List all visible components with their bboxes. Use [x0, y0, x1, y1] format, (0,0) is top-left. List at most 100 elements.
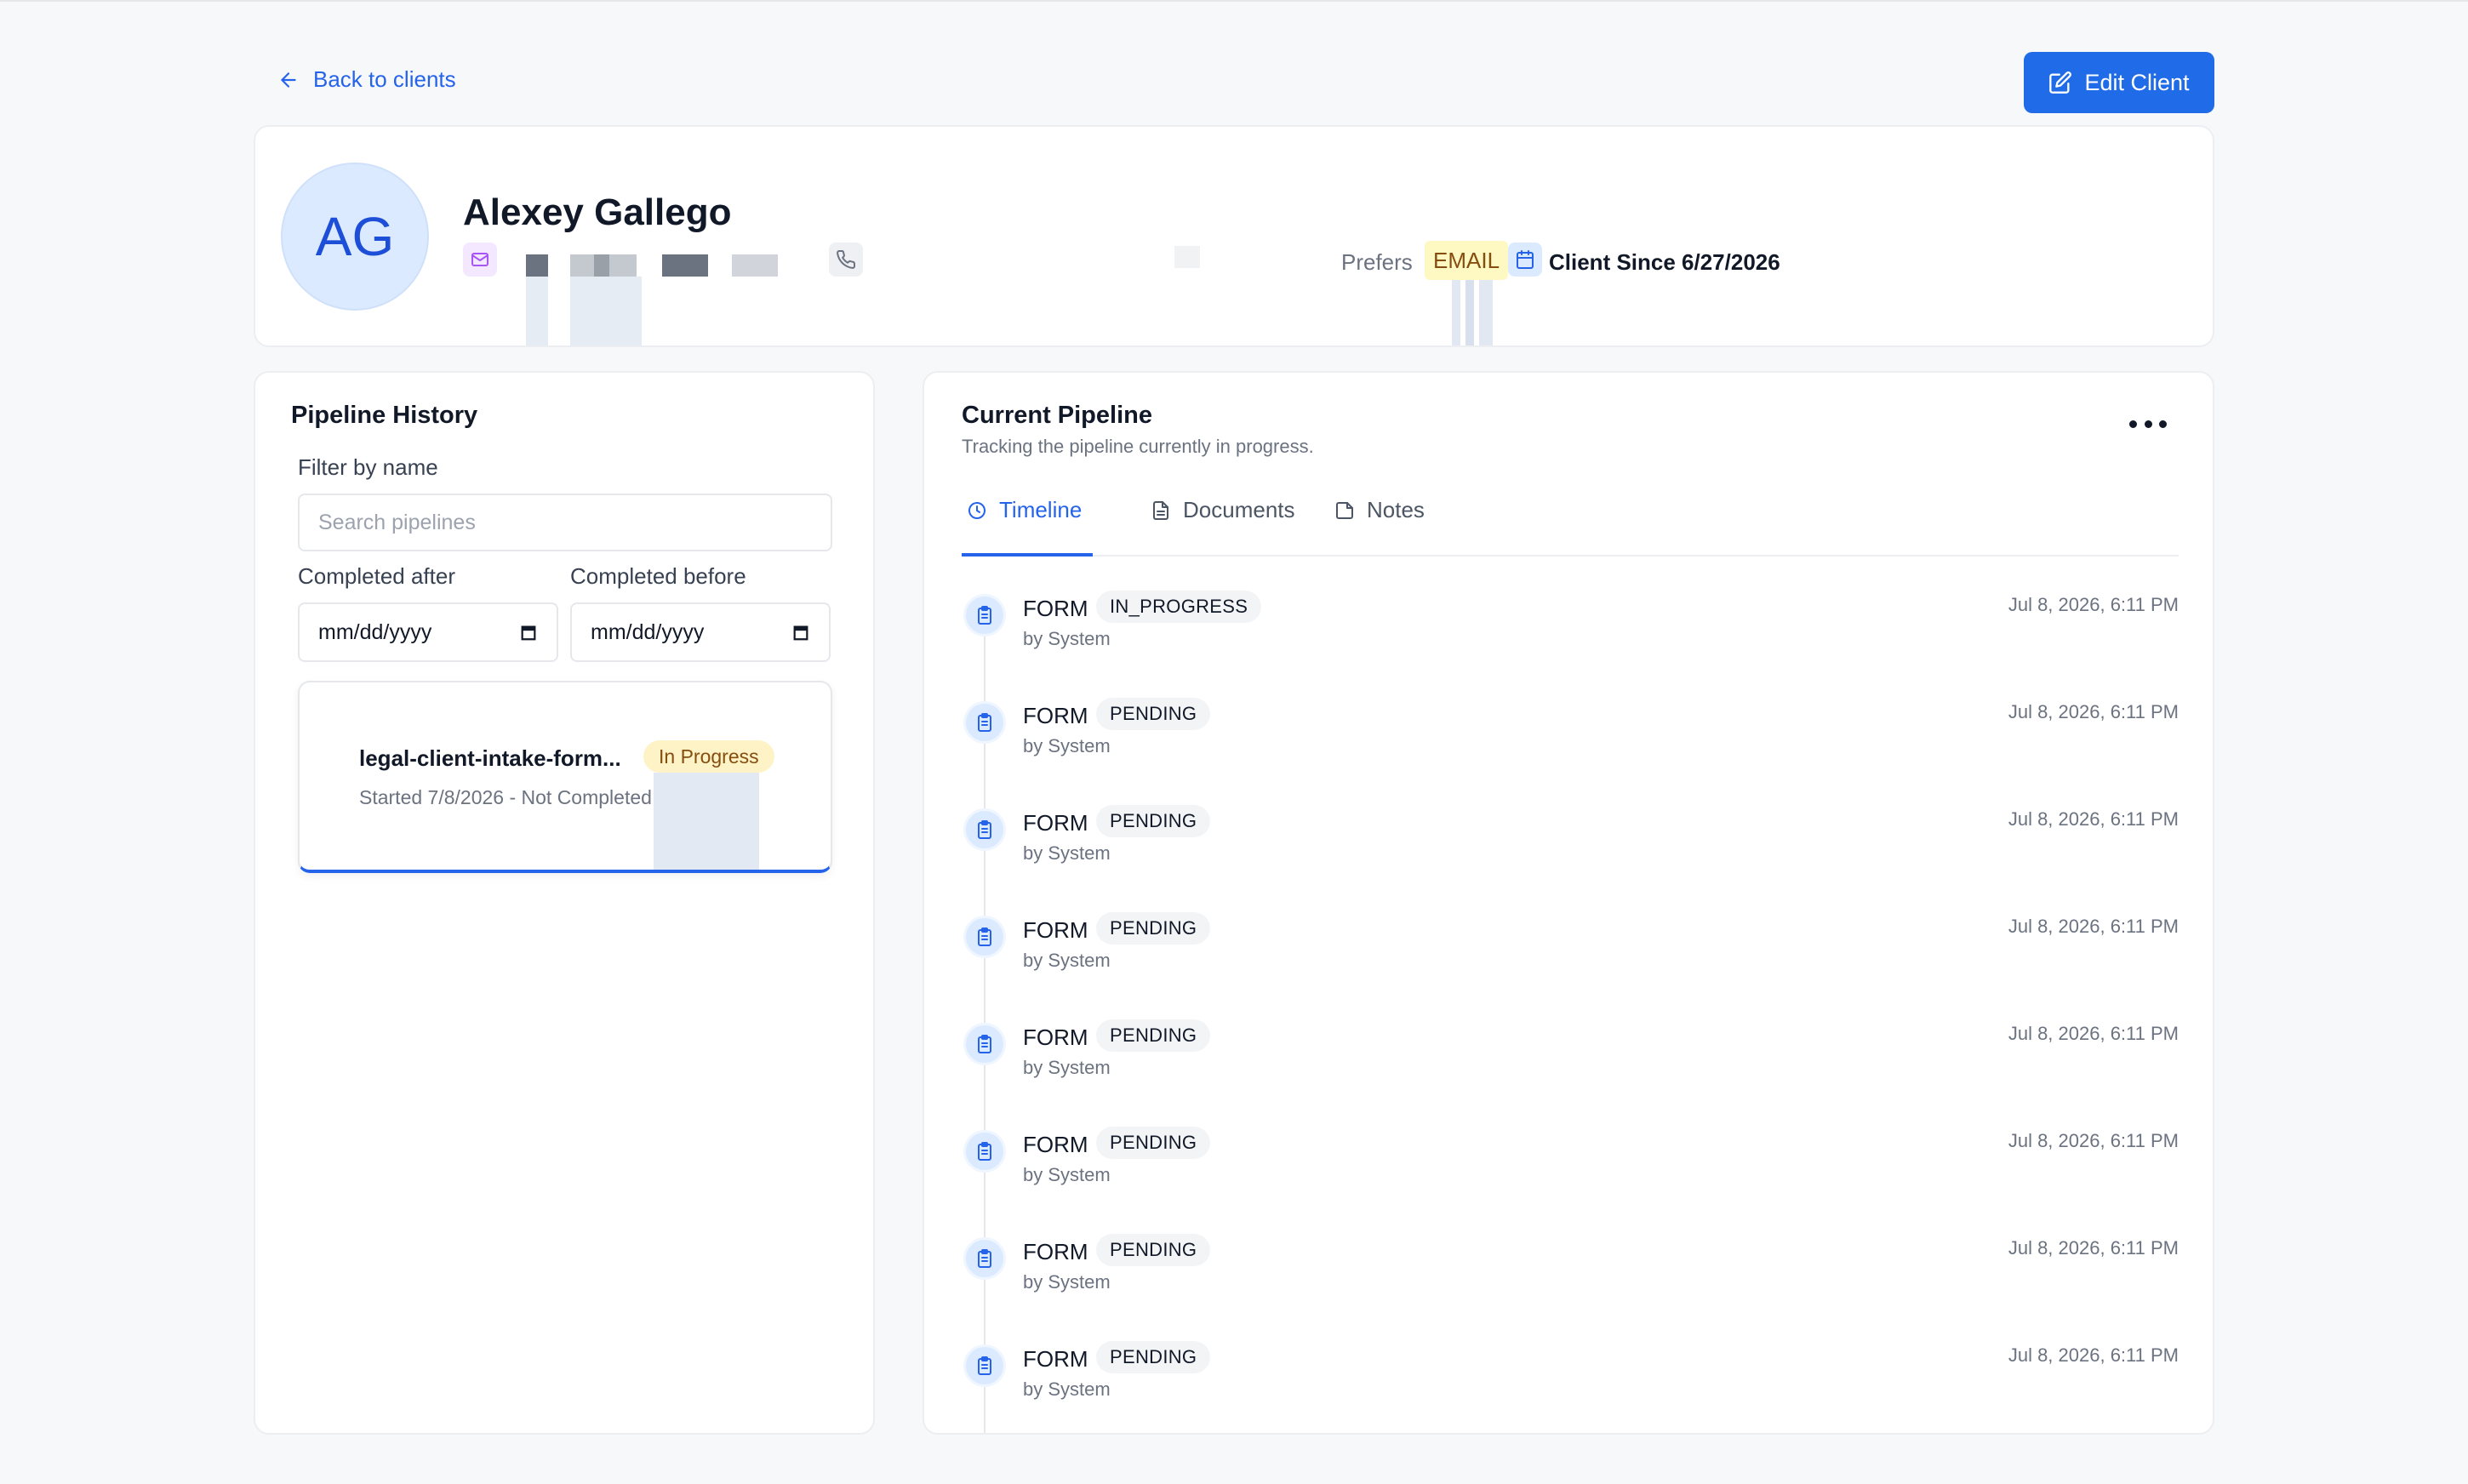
- event-author: by System: [1023, 842, 1111, 864]
- edit-icon: [2049, 71, 2072, 94]
- dot-icon: [2144, 420, 2152, 428]
- status-badge: PENDING: [1096, 805, 1211, 837]
- event-author: by System: [1023, 950, 1111, 971]
- event-type: FORM: [1023, 703, 1088, 728]
- completed-before-label: Completed before: [570, 563, 746, 589]
- clipboard-icon: [963, 594, 1006, 636]
- clipboard-icon: [963, 1344, 1006, 1387]
- client-since: Client Since 6/27/2026: [1549, 249, 1780, 275]
- clipboard-icon: [963, 701, 1006, 744]
- pipeline-name: legal-client-intake-form...: [359, 745, 621, 771]
- event-type: FORM: [1023, 596, 1088, 621]
- event-timestamp: Jul 8, 2026, 6:11 PM: [2008, 1237, 2179, 1259]
- status-badge: In Progress: [643, 740, 774, 773]
- edit-client-label: Edit Client: [2084, 69, 2190, 95]
- avatar: AG: [281, 163, 429, 311]
- filter-by-name-label: Filter by name: [298, 454, 438, 480]
- active-tab-indicator: [962, 553, 1093, 556]
- timeline-item: FORM PENDING by System Jul 8, 2026, 6:11…: [962, 1122, 2179, 1229]
- event-author: by System: [1023, 1164, 1111, 1185]
- completed-after-label: Completed after: [298, 563, 455, 589]
- redacted-email: [463, 243, 803, 345]
- event-timestamp: Jul 8, 2026, 6:11 PM: [2008, 808, 2179, 830]
- pipeline-subtitle: Started 7/8/2026 - Not Completed: [359, 786, 652, 808]
- status-badge: PENDING: [1096, 1234, 1211, 1266]
- clipboard-icon: [963, 808, 1006, 851]
- redaction-bars: [1452, 280, 1496, 345]
- event-timestamp: Jul 8, 2026, 6:11 PM: [2008, 594, 2179, 615]
- pipeline-tabs: Timeline Documents Notes: [962, 482, 2179, 556]
- calendar-icon[interactable]: [791, 623, 810, 642]
- event-author: by System: [1023, 1057, 1111, 1078]
- pipeline-history-card: Pipeline History Filter by name Search p…: [254, 371, 875, 1435]
- edit-client-button[interactable]: Edit Client: [2024, 52, 2214, 113]
- back-to-clients-link[interactable]: Back to clients: [277, 66, 456, 93]
- event-author: by System: [1023, 628, 1111, 649]
- prefers-label: Prefers: [1341, 249, 1413, 275]
- status-badge: PENDING: [1096, 698, 1211, 730]
- date-placeholder: mm/dd/yyyy: [318, 619, 432, 644]
- completed-after-input[interactable]: mm/dd/yyyy: [298, 602, 558, 662]
- dot-icon: [2129, 420, 2137, 428]
- timeline-item: FORM IN_PROGRESS by System Jul 8, 2026, …: [962, 585, 2179, 693]
- event-type: FORM: [1023, 1025, 1088, 1050]
- client-name: Alexey Gallego: [463, 191, 732, 233]
- current-pipeline-card: Current Pipeline Tracking the pipeline c…: [923, 371, 2214, 1435]
- timeline-item: FORM PENDING by System Jul 8, 2026, 6:11…: [962, 800, 2179, 907]
- event-type: FORM: [1023, 917, 1088, 943]
- client-profile-card: AG Alexey Gallego Client Since 6/27/2026…: [254, 125, 2214, 347]
- tab-timeline[interactable]: Timeline: [967, 497, 1082, 523]
- status-badge: IN_PROGRESS: [1096, 591, 1262, 623]
- event-timestamp: Jul 8, 2026, 6:11 PM: [2008, 1023, 2179, 1044]
- event-timestamp: Jul 8, 2026, 6:11 PM: [2008, 916, 2179, 937]
- timeline-item: FORM PENDING by System Jul 8, 2026, 6:11…: [962, 1336, 2179, 1433]
- clipboard-icon: [963, 1130, 1006, 1173]
- status-badge: PENDING: [1096, 1127, 1211, 1159]
- current-pipeline-title: Current Pipeline: [962, 402, 1152, 429]
- event-type: FORM: [1023, 1346, 1088, 1372]
- calendar-icon[interactable]: [519, 623, 538, 642]
- status-badge: PENDING: [1096, 1341, 1211, 1373]
- document-icon: [1153, 500, 1168, 520]
- top-border: [0, 0, 2468, 2]
- event-author: by System: [1023, 1378, 1111, 1400]
- status-badge: PENDING: [1096, 912, 1211, 945]
- timeline-item: FORM PENDING by System Jul 8, 2026, 6:11…: [962, 1229, 2179, 1336]
- status-badge: PENDING: [1096, 1019, 1211, 1052]
- event-author: by System: [1023, 1271, 1111, 1293]
- search-pipelines-input[interactable]: Search pipelines: [298, 494, 832, 551]
- timeline-item: FORM PENDING by System Jul 8, 2026, 6:11…: [962, 907, 2179, 1014]
- back-link-label: Back to clients: [313, 66, 456, 92]
- contact-row: Client Since 6/27/2026: [463, 243, 1910, 345]
- note-icon: [1336, 501, 1353, 519]
- pipeline-history-title: Pipeline History: [291, 402, 478, 429]
- current-pipeline-subtitle: Tracking the pipeline currently in progr…: [962, 436, 1314, 457]
- dot-icon: [2159, 420, 2167, 428]
- event-timestamp: Jul 8, 2026, 6:11 PM: [2008, 701, 2179, 722]
- tab-label: Timeline: [999, 497, 1083, 522]
- clipboard-icon: [963, 916, 1006, 958]
- clipboard-icon: [963, 1023, 1006, 1065]
- tab-label: Notes: [1367, 497, 1425, 522]
- clipboard-icon: [963, 1237, 1006, 1280]
- preferred-contact-badge: EMAIL: [1425, 241, 1509, 280]
- timeline-item: FORM PENDING by System Jul 8, 2026, 6:11…: [962, 1014, 2179, 1122]
- redaction-bar: [654, 773, 759, 870]
- event-type: FORM: [1023, 1239, 1088, 1264]
- event-type: FORM: [1023, 810, 1088, 836]
- pipeline-history-item[interactable]: legal-client-intake-form... In Progress …: [298, 681, 832, 873]
- arrow-left-icon: [281, 71, 296, 88]
- tab-label: Documents: [1183, 497, 1295, 522]
- calendar-icon: [1508, 243, 1542, 277]
- tab-notes[interactable]: Notes: [1334, 497, 1425, 523]
- tab-documents[interactable]: Documents: [1151, 497, 1295, 523]
- completed-before-input[interactable]: mm/dd/yyyy: [570, 602, 831, 662]
- date-placeholder: mm/dd/yyyy: [591, 619, 705, 644]
- event-timestamp: Jul 8, 2026, 6:11 PM: [2008, 1344, 2179, 1366]
- event-timestamp: Jul 8, 2026, 6:11 PM: [2008, 1130, 2179, 1151]
- phone-icon: [829, 243, 863, 277]
- more-options-button[interactable]: [2129, 415, 2167, 432]
- event-author: by System: [1023, 735, 1111, 756]
- event-type: FORM: [1023, 1132, 1088, 1157]
- clock-icon: [968, 501, 985, 519]
